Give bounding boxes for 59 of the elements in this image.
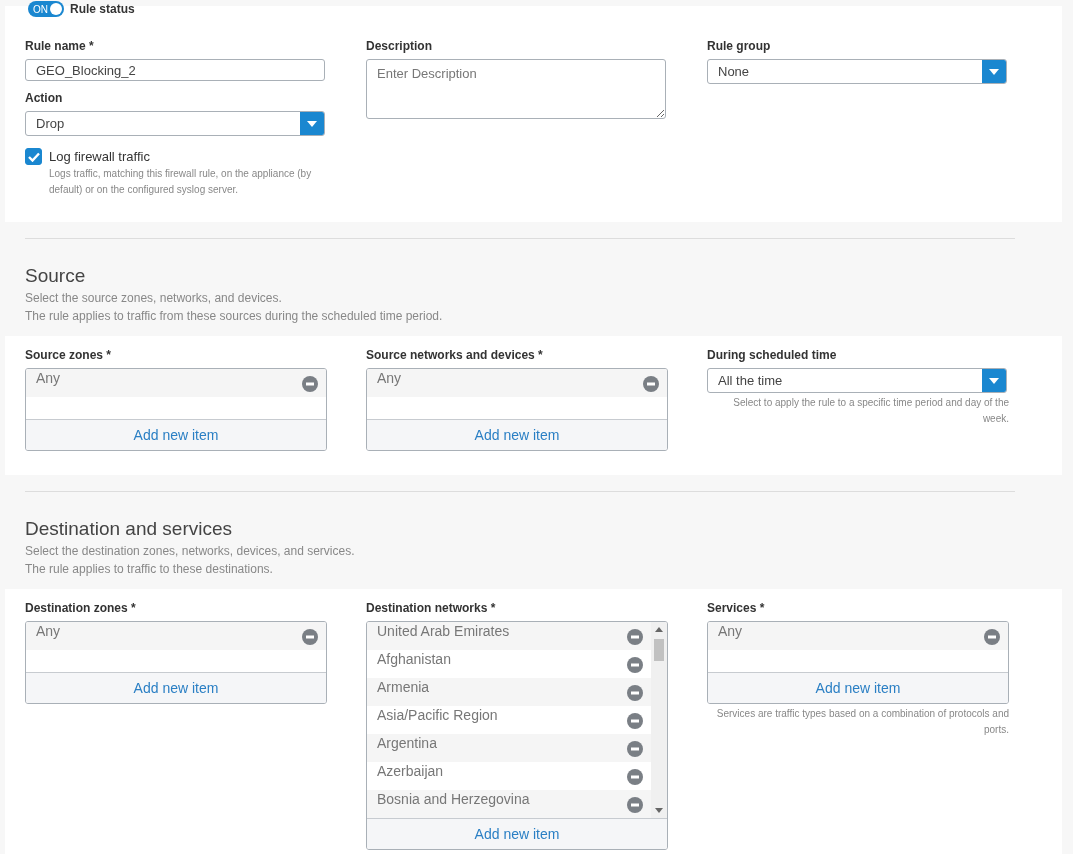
- remove-icon[interactable]: [302, 629, 318, 645]
- section-subtitle: Select the destination zones, networks, devices, and services.: [25, 543, 356, 560]
- remove-icon[interactable]: [627, 769, 643, 785]
- field-label: Rule name *: [25, 39, 95, 53]
- list-item[interactable]: Any: [26, 369, 326, 397]
- scrollbar[interactable]: [651, 622, 667, 818]
- add-item-button[interactable]: Add new item: [367, 818, 667, 849]
- remove-icon[interactable]: [627, 657, 643, 673]
- field-label: During scheduled time: [707, 348, 838, 362]
- remove-icon[interactable]: [302, 376, 318, 392]
- checkbox-label: Log firewall traffic: [49, 149, 151, 164]
- section-subtitle: Select the source zones, networks, and devices.: [25, 290, 283, 307]
- scroll-down-icon[interactable]: [655, 808, 663, 813]
- section-title: Destination and services: [25, 518, 233, 540]
- list-item[interactable]: United Arab Emirates: [367, 622, 651, 650]
- field-label: Destination networks *: [366, 601, 497, 615]
- field-label: Source networks and devices *: [366, 348, 544, 362]
- section-title: Source: [25, 265, 87, 287]
- section-subtitle: The rule applies to traffic to these destinations.: [25, 561, 274, 578]
- section-subtitle: The rule applies to traffic from these sources during the scheduled time period.: [25, 308, 444, 325]
- field-label: Action: [25, 91, 64, 105]
- remove-icon[interactable]: [643, 376, 659, 392]
- field-label: Rule group: [707, 39, 772, 53]
- remove-icon[interactable]: [627, 797, 643, 813]
- field-label: Source zones *: [25, 348, 113, 362]
- description-field[interactable]: Enter Description: [366, 59, 666, 119]
- field-label: Description: [366, 39, 433, 53]
- field-label: Destination zones *: [25, 601, 137, 615]
- list-item[interactable]: Bosnia and Herzegovina: [367, 790, 651, 818]
- hint-text: Logs traffic, matching this firewall rule, on the appliance (by default) or on the configured syslog server.: [49, 167, 313, 197]
- list-item[interactable]: Argentina: [367, 734, 651, 762]
- scroll-thumb[interactable]: [654, 639, 664, 661]
- field-label: Services *: [707, 601, 766, 615]
- add-item-button[interactable]: Add new item: [26, 419, 326, 450]
- hint-text: Services are traffic types based on a combination of protocols and ports.: [715, 707, 1009, 737]
- rule-name-input[interactable]: GEO_Blocking_2: [25, 59, 325, 81]
- list-item[interactable]: Any: [367, 369, 667, 397]
- checkbox[interactable]: [25, 148, 42, 165]
- list-item[interactable]: Any: [708, 622, 1008, 650]
- list-item[interactable]: Armenia: [367, 678, 651, 706]
- caret-icon: [307, 120, 317, 127]
- dropdown[interactable]: All the time: [707, 368, 1007, 393]
- scroll-up-icon[interactable]: [655, 627, 663, 632]
- remove-icon[interactable]: [627, 685, 643, 701]
- add-item-button[interactable]: Add new item: [708, 672, 1008, 703]
- add-item-button[interactable]: Add new item: [26, 672, 326, 703]
- remove-icon[interactable]: [627, 713, 643, 729]
- add-item-button[interactable]: Add new item: [367, 419, 667, 450]
- toggle-switch[interactable]: ON: [28, 1, 64, 17]
- list-item[interactable]: Any: [26, 622, 326, 650]
- dropdown[interactable]: Drop: [25, 111, 325, 136]
- hint-text: Select to apply the rule to a specific time period and day of the week.: [732, 396, 1009, 426]
- remove-icon[interactable]: [627, 741, 643, 757]
- dropdown[interactable]: None: [707, 59, 1007, 84]
- remove-icon[interactable]: [984, 629, 1000, 645]
- remove-icon[interactable]: [627, 629, 643, 645]
- caret-icon: [989, 68, 999, 75]
- caret-icon: [989, 377, 999, 384]
- toggle-label: Rule status: [70, 2, 135, 16]
